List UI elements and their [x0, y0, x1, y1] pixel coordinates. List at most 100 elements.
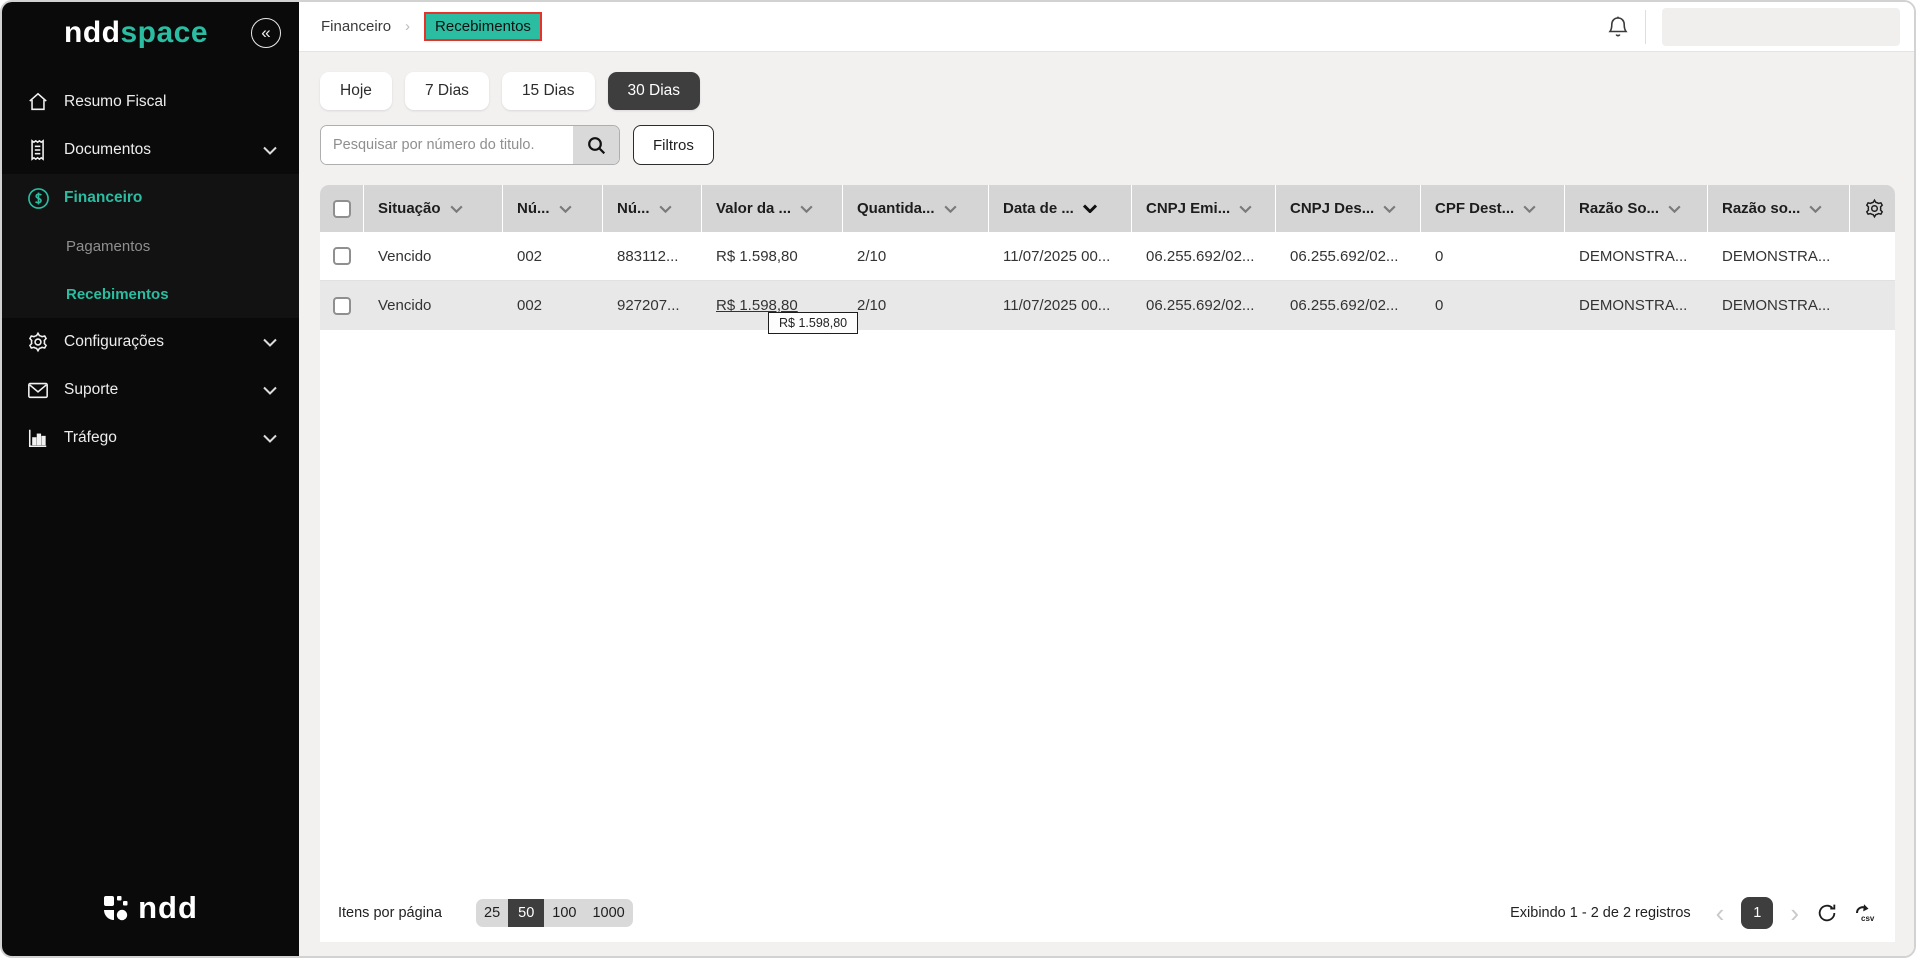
- cell-numero-2: 883112...: [603, 232, 702, 280]
- sidebar-item-label: Tráfego: [64, 429, 263, 447]
- dollar-circle-icon: [26, 186, 50, 210]
- value-tooltip: R$ 1.598,80: [768, 312, 858, 334]
- filters-button[interactable]: Filtros: [633, 125, 714, 165]
- col-header-quantidade[interactable]: Quantida...: [843, 185, 989, 232]
- sidebar-item-financeiro[interactable]: Financeiro: [2, 174, 299, 222]
- cell-cnpj-destinatario: 06.255.692/02...: [1276, 232, 1421, 280]
- chip-15-dias[interactable]: 15 Dias: [502, 72, 595, 110]
- col-header-cnpj-destinatario[interactable]: CNPJ Des...: [1276, 185, 1421, 232]
- col-header-razao-social-1[interactable]: Razão So...: [1565, 185, 1708, 232]
- user-account-area[interactable]: [1662, 8, 1900, 46]
- col-header-numero-2[interactable]: Nú...: [603, 185, 702, 232]
- sort-chevron-icon: [1809, 205, 1822, 213]
- chip-30-dias-selected[interactable]: 30 Dias: [608, 72, 701, 110]
- sort-chevron-icon: [1239, 205, 1252, 213]
- col-header-razao-social-2[interactable]: Razão so...: [1708, 185, 1850, 232]
- sidebar-subitem-pagamentos[interactable]: Pagamentos: [2, 222, 299, 270]
- refresh-icon[interactable]: [1816, 902, 1838, 924]
- sort-chevron-icon: [1383, 205, 1396, 213]
- svg-text:csv: csv: [1861, 914, 1875, 923]
- notifications-bell-icon[interactable]: [1607, 15, 1629, 39]
- chip-hoje[interactable]: Hoje: [320, 72, 392, 110]
- cell-situacao: Vencido: [364, 232, 503, 280]
- row-checkbox[interactable]: [333, 297, 351, 315]
- chevron-down-icon: [263, 338, 277, 347]
- sidebar-item-suporte[interactable]: Suporte: [2, 366, 299, 414]
- cell-numero-1: 002: [503, 232, 603, 280]
- cell-cnpj-emitente: 06.255.692/02...: [1132, 232, 1276, 280]
- breadcrumb-current[interactable]: Recebimentos: [424, 12, 542, 41]
- table-settings-gear-icon[interactable]: [1864, 198, 1885, 219]
- col-header-situacao[interactable]: Situação: [364, 185, 503, 232]
- cell-razao-social-1: DEMONSTRA...: [1565, 281, 1708, 330]
- document-icon: [26, 138, 50, 162]
- gear-icon: [26, 330, 50, 354]
- receivables-table: Situação Nú... Nú... Valor da ... Quanti…: [320, 185, 1895, 942]
- sidebar-subitem-label: Pagamentos: [66, 238, 150, 255]
- search-row: Filtros: [320, 125, 1895, 165]
- cell-razao-social-1: DEMONSTRA...: [1565, 232, 1708, 280]
- sort-chevron-active-icon: [1083, 204, 1097, 213]
- sidebar-item-label: Resumo Fiscal: [64, 93, 277, 111]
- sidebar-collapse-button[interactable]: «: [251, 18, 281, 48]
- cell-quantidade: 2/10: [843, 281, 989, 330]
- cell-data: 11/07/2025 00...: [989, 232, 1132, 280]
- export-csv-icon[interactable]: csv: [1853, 901, 1879, 925]
- app-window: nddspace « Resumo Fiscal Documentos: [0, 0, 1916, 958]
- col-header-data-sorted[interactable]: Data de ...: [989, 185, 1132, 232]
- sidebar-item-documentos[interactable]: Documentos: [2, 126, 299, 174]
- sort-chevron-icon: [1668, 205, 1681, 213]
- breadcrumb-parent[interactable]: Financeiro: [321, 18, 391, 35]
- table-row[interactable]: Vencido 002 883112... R$ 1.598,80 2/10 1…: [320, 232, 1895, 281]
- items-per-page-label: Itens por página: [338, 905, 442, 921]
- mail-icon: [26, 378, 50, 402]
- chip-7-dias[interactable]: 7 Dias: [405, 72, 489, 110]
- sort-chevron-icon: [450, 205, 463, 213]
- page-size-50-selected[interactable]: 50: [508, 899, 544, 927]
- cell-razao-social-2: DEMONSTRA...: [1708, 281, 1850, 330]
- col-header-numero-1[interactable]: Nú...: [503, 185, 603, 232]
- col-header-cpf-destinatario[interactable]: CPF Dest...: [1421, 185, 1565, 232]
- page-size-100[interactable]: 100: [544, 899, 584, 927]
- col-header-valor[interactable]: Valor da ...: [702, 185, 843, 232]
- sidebar-item-resumo-fiscal[interactable]: Resumo Fiscal: [2, 78, 299, 126]
- current-page-button[interactable]: 1: [1741, 897, 1773, 929]
- breadcrumb: Financeiro › Recebimentos: [321, 12, 542, 41]
- cell-cpf-destinatario: 0: [1421, 281, 1565, 330]
- ndd-footer-logo: ndd: [2, 864, 299, 956]
- cell-cnpj-emitente: 06.255.692/02...: [1132, 281, 1276, 330]
- sidebar-item-label: Financeiro: [64, 189, 277, 207]
- breadcrumb-separator-icon: ›: [405, 18, 410, 35]
- sidebar-menu: Resumo Fiscal Documentos Financeiro: [2, 78, 299, 462]
- prev-page-arrow[interactable]: ‹: [1714, 900, 1727, 926]
- search-icon: [587, 136, 606, 155]
- search-input[interactable]: [321, 126, 573, 164]
- search-button[interactable]: [573, 126, 619, 164]
- sidebar-subitem-recebimentos[interactable]: Recebimentos: [2, 270, 299, 318]
- sidebar-item-label: Documentos: [64, 141, 263, 159]
- table-row[interactable]: Vencido 002 927207... R$ 1.598,80 2/10 1…: [320, 281, 1895, 330]
- cell-numero-2: 927207...: [603, 281, 702, 330]
- page-size-25[interactable]: 25: [476, 899, 508, 927]
- sidebar-item-configuracoes[interactable]: Configurações: [2, 318, 299, 366]
- bar-chart-icon: [26, 426, 50, 450]
- page-size-1000[interactable]: 1000: [584, 899, 632, 927]
- cell-valor: R$ 1.598,80: [702, 232, 843, 280]
- sort-chevron-icon: [800, 205, 813, 213]
- cell-situacao: Vencido: [364, 281, 503, 330]
- chevron-down-icon: [263, 146, 277, 155]
- sidebar-group-financeiro: Financeiro Pagamentos Recebimentos: [2, 174, 299, 318]
- col-header-cnpj-emitente[interactable]: CNPJ Emi...: [1132, 185, 1276, 232]
- table-header-row: Situação Nú... Nú... Valor da ... Quanti…: [320, 185, 1895, 232]
- next-page-arrow[interactable]: ›: [1788, 900, 1801, 926]
- cell-quantidade: 2/10: [843, 232, 989, 280]
- select-all-checkbox[interactable]: [333, 200, 351, 218]
- row-checkbox[interactable]: [333, 247, 351, 265]
- home-icon: [26, 90, 50, 114]
- topbar: Financeiro › Recebimentos: [299, 2, 1914, 52]
- sidebar-subitem-label: Recebimentos: [66, 286, 169, 303]
- sort-chevron-icon: [559, 205, 572, 213]
- sidebar-item-trafego[interactable]: Tráfego: [2, 414, 299, 462]
- chevron-down-icon: [263, 434, 277, 443]
- cell-data: 11/07/2025 00...: [989, 281, 1132, 330]
